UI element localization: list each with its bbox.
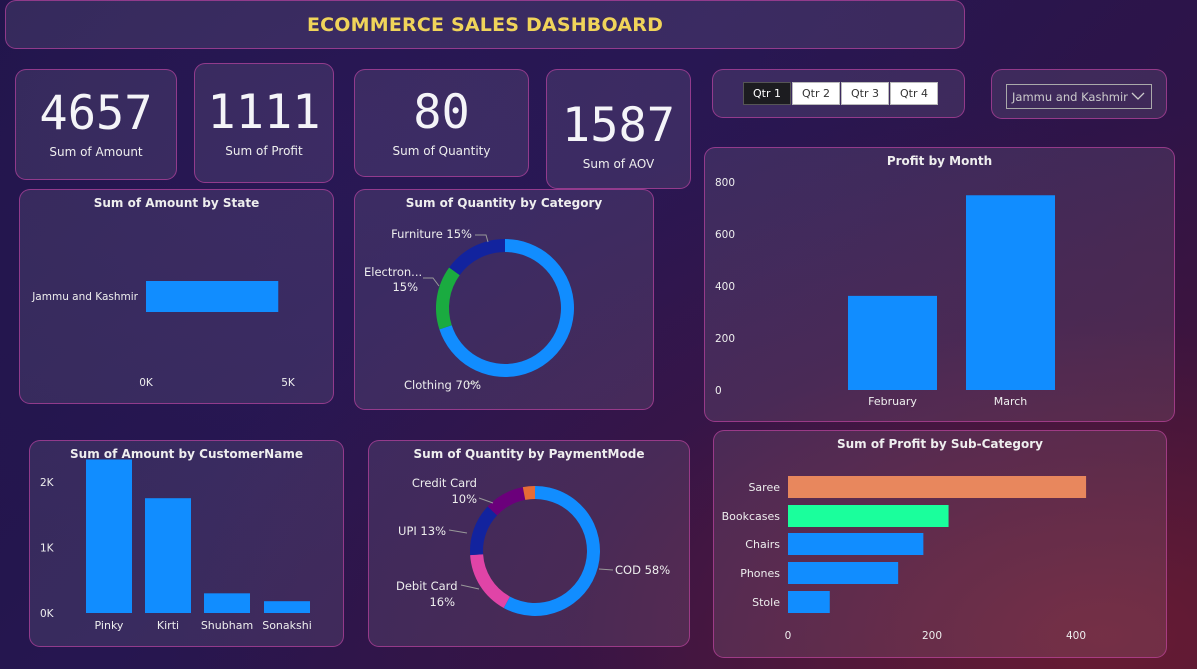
tick-label: 0K <box>40 608 55 620</box>
bar <box>788 562 899 584</box>
state-dropdown[interactable]: Jammu and Kashmir <box>1006 84 1152 109</box>
chart-canvas: 0 200 400 600 800 February March <box>715 177 1055 408</box>
chart-canvas: Saree Bookcases Chairs Phones Stole 0 200 400 <box>722 476 1087 642</box>
slice-label: Credit Card <box>412 476 477 490</box>
kpi-value: 1111 <box>207 84 321 140</box>
chart-quantity-by-category[interactable]: Sum of Quantity by Category Furniture 15… <box>354 189 654 410</box>
kpi-card-quantity[interactable]: 80 Sum of Quantity <box>354 69 529 177</box>
kpi-card-aov[interactable]: 1587 Sum of AOV <box>546 69 691 189</box>
bar <box>145 498 191 613</box>
qtr-4-button[interactable]: Qtr 4 <box>890 82 938 105</box>
kpi-label: Sum of Quantity <box>392 143 491 158</box>
category-label: Pinky <box>95 619 124 632</box>
bar <box>788 505 949 527</box>
slice-label: Furniture 15% <box>391 227 472 241</box>
category-label: Chairs <box>745 538 780 551</box>
chart-quantity-by-payment[interactable]: Sum of Quantity by PaymentMode COD 58% De… <box>368 440 690 647</box>
donut-slice <box>449 239 505 276</box>
donut-slice <box>436 267 460 330</box>
chart-canvas: Furniture 15% Electron...15% Clothing 70% <box>364 227 574 392</box>
slice-label: 16% <box>429 595 455 609</box>
kpi-value: 4657 <box>39 86 153 141</box>
chart-profit-by-month[interactable]: Profit by Month 0 200 400 600 800 February Mar… <box>704 147 1175 422</box>
tick-label: 5K <box>281 377 296 389</box>
tick-label: 400 <box>1066 630 1086 642</box>
state-slicer: Jammu and Kashmir <box>991 69 1167 119</box>
bar <box>204 593 250 613</box>
category-label: Bookcases <box>722 510 781 523</box>
bar <box>788 533 924 555</box>
tick-label: 0 <box>785 630 792 642</box>
slice-label: Debit Card <box>396 579 458 593</box>
page-title: ECOMMERCE SALES DASHBOARD <box>306 13 664 36</box>
kpi-card-profit[interactable]: 1111 Sum of Profit <box>194 63 334 183</box>
kpi-label: Sum of Profit <box>225 143 303 158</box>
kpi-label: Sum of Amount <box>49 145 143 159</box>
kpi-card-amount[interactable]: 4657 Sum of Amount <box>15 69 177 180</box>
leader-line <box>448 529 468 534</box>
leader-line <box>460 584 480 590</box>
category-label: March <box>994 395 1028 408</box>
tick-label: 400 <box>715 281 735 293</box>
tick-label: 1K <box>40 542 55 554</box>
bar <box>264 601 310 613</box>
leader-line <box>475 234 489 243</box>
state-dropdown-value: Jammu and Kashmir <box>1012 89 1128 104</box>
chart-canvas: COD 58% Debit Card 16% UPI 13% Credit Card 10… <box>396 476 670 616</box>
chart-profit-by-subcategory[interactable]: Sum of Profit by Sub-Category Saree Bookc… <box>713 430 1167 658</box>
slice-label: 15% <box>392 280 418 294</box>
bar <box>788 476 1087 498</box>
bar <box>788 591 830 613</box>
chart-amount-by-state[interactable]: Sum of Amount by State Jammu and Kashmir… <box>19 189 334 404</box>
category-label: Kirti <box>157 619 179 632</box>
slice-label: Clothing 70% <box>404 378 481 392</box>
tick-label: 0K <box>139 377 154 389</box>
chevron-down-icon <box>1131 92 1145 100</box>
qtr-2-button[interactable]: Qtr 2 <box>792 82 840 105</box>
category-label: February <box>868 395 917 408</box>
qtr-3-button[interactable]: Qtr 3 <box>841 82 889 105</box>
tick-label: 800 <box>715 177 735 189</box>
donut-slice <box>503 486 600 616</box>
category-label: Jammu and Kashmir <box>31 291 138 303</box>
category-label: Saree <box>748 481 780 494</box>
bar <box>966 195 1055 390</box>
leader-line <box>598 568 614 571</box>
slice-label: COD 58% <box>615 563 670 577</box>
category-label: Phones <box>740 567 780 580</box>
tick-label: 0 <box>715 385 722 397</box>
bar <box>86 459 132 613</box>
qtr-1-button[interactable]: Qtr 1 <box>743 82 791 105</box>
tick-label: 200 <box>922 630 942 642</box>
category-label: Sonakshi <box>262 619 312 632</box>
slice-label: Electron... <box>364 265 422 279</box>
bar <box>848 295 937 390</box>
chart-amount-by-customer[interactable]: Sum of Amount by CustomerName 0K 1K 2K Pink… <box>29 440 344 647</box>
kpi-value: 1587 <box>561 97 676 153</box>
tick-label: 600 <box>715 229 735 241</box>
leader-line <box>478 497 494 504</box>
slice-label: 10% <box>451 492 477 506</box>
dashboard-header: ECOMMERCE SALES DASHBOARD <box>5 0 965 49</box>
tick-label: 2K <box>40 477 55 489</box>
slice-label: UPI 13% <box>398 524 446 538</box>
donut-slice <box>470 554 510 608</box>
bar <box>146 281 279 312</box>
leader-line <box>423 277 440 287</box>
chart-canvas: Jammu and Kashmir 0K 5K <box>31 281 296 389</box>
kpi-value: 80 <box>413 84 470 140</box>
kpi-label: Sum of AOV <box>582 156 655 171</box>
quarter-slicer: Qtr 1 Qtr 2 Qtr 3 Qtr 4 <box>712 69 965 118</box>
category-label: Stole <box>752 596 780 609</box>
tick-label: 200 <box>715 333 735 345</box>
chart-canvas: 0K 1K 2K Pinky Kirti Shubham Sonakshi <box>40 459 312 632</box>
donut-slice <box>487 487 526 516</box>
donut-slice <box>470 506 498 556</box>
category-label: Shubham <box>201 619 253 632</box>
